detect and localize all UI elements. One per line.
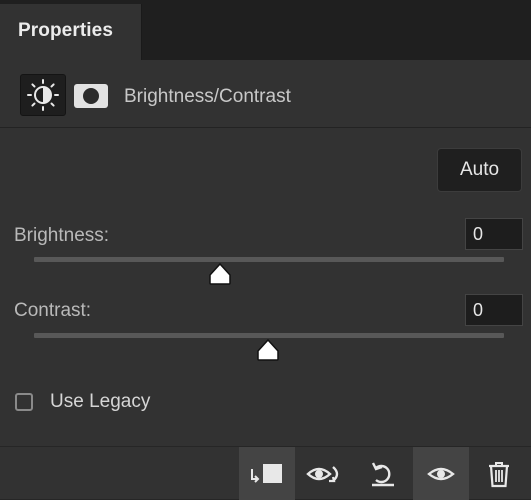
brightness-slider-thumb[interactable] xyxy=(207,262,233,286)
use-legacy-label: Use Legacy xyxy=(50,391,151,412)
contrast-value-field[interactable]: 0 xyxy=(465,294,523,326)
layer-mask-icon[interactable] xyxy=(74,84,108,108)
properties-panel: Brightness/Contrast Auto Brightness: 0 C… xyxy=(0,60,531,499)
brightness-adjustment-icon-button[interactable] xyxy=(20,74,66,116)
reset-icon xyxy=(371,461,394,486)
delete-button[interactable] xyxy=(471,447,527,500)
reset-button[interactable] xyxy=(355,447,411,500)
panel-footer-toolbar xyxy=(0,446,531,500)
contrast-slider-thumb[interactable] xyxy=(255,338,281,362)
brightness-value-field[interactable]: 0 xyxy=(465,218,523,250)
adjustment-title: Brightness/Contrast xyxy=(124,86,291,107)
view-previous-state-icon xyxy=(306,465,339,482)
visibility-eye-icon xyxy=(427,467,455,480)
toggle-visibility-button[interactable] xyxy=(413,447,469,500)
clip-to-layer-icon xyxy=(251,463,282,483)
adjustment-header: Brightness/Contrast xyxy=(0,60,531,128)
panel-tab-bar: Properties xyxy=(0,0,531,60)
tab-properties-label: Properties xyxy=(18,20,113,41)
brightness-label: Brightness: xyxy=(14,225,110,246)
tab-properties[interactable]: Properties xyxy=(0,4,142,60)
use-legacy-checkbox[interactable] xyxy=(15,393,33,411)
clip-to-layer-button[interactable] xyxy=(239,447,295,500)
auto-button[interactable]: Auto xyxy=(437,148,522,192)
sun-half-icon xyxy=(27,79,59,111)
trash-icon xyxy=(489,461,509,487)
view-previous-state-button[interactable] xyxy=(297,447,353,500)
brightness-slider-track[interactable] xyxy=(34,257,504,262)
contrast-label: Contrast: xyxy=(14,300,92,321)
